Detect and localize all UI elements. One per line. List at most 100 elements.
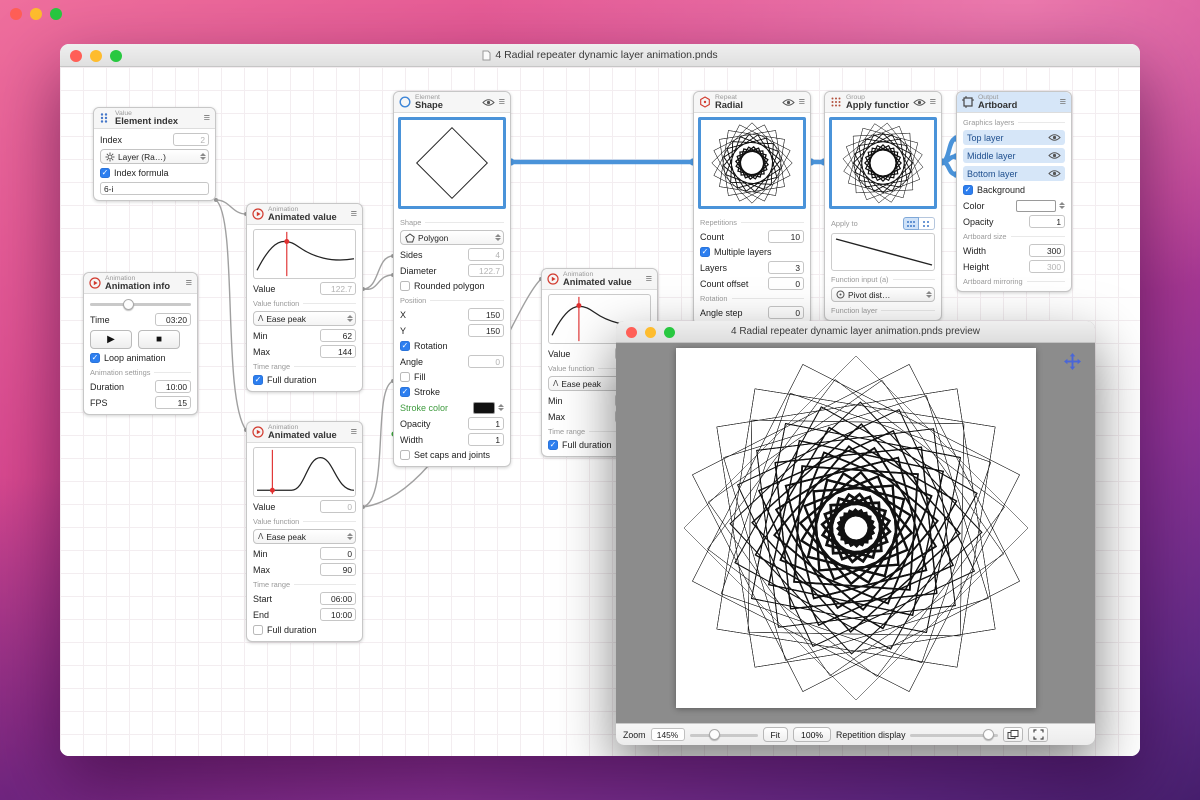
close-icon[interactable] bbox=[10, 8, 22, 20]
repetition-slider[interactable] bbox=[910, 729, 998, 741]
background-checkbox[interactable]: ✓Background bbox=[963, 184, 1065, 196]
max-field[interactable]: 90 bbox=[320, 563, 356, 576]
visibility-eye-icon[interactable] bbox=[1048, 169, 1061, 178]
function-input-dropdown[interactable]: Pivot dist… bbox=[831, 287, 935, 302]
checkbox-checked-icon[interactable]: ✓ bbox=[253, 375, 263, 385]
checkbox-checked-icon[interactable]: ✓ bbox=[400, 387, 410, 397]
node-header[interactable]: ElementShape ≡ bbox=[394, 92, 510, 113]
visibility-eye-icon[interactable] bbox=[1048, 133, 1061, 142]
min-field[interactable]: 0 bbox=[320, 547, 356, 560]
node-shape[interactable]: ElementShape ≡ Shape Polygon Sides4 Diam… bbox=[393, 91, 511, 467]
checkbox-checked-icon[interactable]: ✓ bbox=[400, 341, 410, 351]
count-offset-field[interactable]: 0 bbox=[768, 277, 804, 290]
node-animation-info[interactable]: AnimationAnimation info ≡ Time03:20 ▶ ■ … bbox=[83, 272, 198, 415]
checkbox-unchecked-icon[interactable] bbox=[253, 625, 263, 635]
node-radial[interactable]: RepeatRadial ≡ Repetitions Count10 ✓Mult… bbox=[693, 91, 811, 325]
preview-titlebar[interactable]: 4 Radial repeater dynamic layer animatio… bbox=[616, 321, 1095, 343]
angle-step-field[interactable]: 0 bbox=[768, 306, 804, 319]
window-titlebar[interactable]: 4 Radial repeater dynamic layer animatio… bbox=[60, 44, 1140, 67]
max-field[interactable]: 144 bbox=[320, 345, 356, 358]
time-field[interactable]: 03:20 bbox=[155, 313, 191, 326]
checkbox-checked-icon[interactable]: ✓ bbox=[700, 247, 710, 257]
node-header[interactable]: ValueElement index ≡ bbox=[94, 108, 215, 129]
checkbox-unchecked-icon[interactable] bbox=[400, 450, 410, 460]
loop-animation-checkbox[interactable]: ✓Loop animation bbox=[90, 352, 191, 364]
zoom-slider[interactable] bbox=[690, 729, 758, 741]
checkbox-unchecked-icon[interactable] bbox=[400, 372, 410, 382]
node-header[interactable]: GroupApply function ≡ bbox=[825, 92, 941, 113]
apply-mode-grid-button[interactable] bbox=[903, 217, 919, 230]
minimize-icon[interactable] bbox=[645, 327, 656, 338]
stroke-color-swatch[interactable] bbox=[473, 402, 495, 414]
traffic-lights[interactable] bbox=[626, 327, 675, 338]
zoom-window-icon[interactable] bbox=[664, 327, 675, 338]
value-function-dropdown[interactable]: Λ Ease peak bbox=[253, 529, 356, 544]
node-menu-icon[interactable]: ≡ bbox=[930, 97, 936, 108]
rotation-checkbox[interactable]: ✓Rotation bbox=[400, 340, 504, 352]
count-field[interactable]: 10 bbox=[768, 230, 804, 243]
node-header[interactable]: AnimationAnimated value ≡ bbox=[247, 204, 362, 225]
value-function-dropdown[interactable]: Λ Ease peak bbox=[253, 311, 356, 326]
artboard-height-field[interactable]: 300 bbox=[1029, 260, 1065, 273]
node-menu-icon[interactable]: ≡ bbox=[1060, 97, 1066, 108]
full-duration-checkbox[interactable]: Full duration bbox=[253, 624, 356, 636]
visibility-eye-icon[interactable] bbox=[1048, 151, 1061, 160]
time-slider[interactable] bbox=[90, 298, 191, 310]
node-header[interactable]: AnimationAnimation info ≡ bbox=[84, 273, 197, 294]
value-field[interactable]: 122.7 bbox=[320, 282, 356, 295]
layer-dropdown[interactable]: Layer (Ra…) bbox=[100, 149, 209, 164]
node-menu-icon[interactable]: ≡ bbox=[204, 113, 210, 124]
node-canvas[interactable]: ValueElement index ≡ Index2 Layer (Ra…) … bbox=[60, 67, 1140, 756]
node-menu-icon[interactable]: ≡ bbox=[646, 274, 652, 285]
angle-field[interactable]: 0 bbox=[468, 355, 504, 368]
opacity-field[interactable]: 1 bbox=[1029, 215, 1065, 228]
node-menu-icon[interactable]: ≡ bbox=[351, 209, 357, 220]
duration-field[interactable]: 10:00 bbox=[155, 380, 191, 393]
checkbox-unchecked-icon[interactable] bbox=[400, 281, 410, 291]
pan-tool-icon[interactable] bbox=[1064, 353, 1081, 375]
node-element-index[interactable]: ValueElement index ≡ Index2 Layer (Ra…) … bbox=[93, 107, 216, 201]
background-color-swatch[interactable] bbox=[1016, 200, 1056, 212]
node-animated-value-1[interactable]: AnimationAnimated value ≡ Value122.7 Val… bbox=[246, 203, 363, 392]
node-header[interactable]: OutputArtboard ≡ bbox=[957, 92, 1071, 113]
checkbox-checked-icon[interactable]: ✓ bbox=[548, 440, 558, 450]
zoom-window-icon[interactable] bbox=[50, 8, 62, 20]
artboard-width-field[interactable]: 300 bbox=[1029, 244, 1065, 257]
node-menu-icon[interactable]: ≡ bbox=[186, 278, 192, 289]
rounded-polygon-checkbox[interactable]: Rounded polygon bbox=[400, 280, 504, 292]
fullscreen-button[interactable] bbox=[1028, 727, 1048, 742]
visibility-eye-icon[interactable] bbox=[913, 98, 926, 107]
minimize-icon[interactable] bbox=[90, 50, 102, 62]
visibility-eye-icon[interactable] bbox=[782, 98, 795, 107]
node-apply-function[interactable]: GroupApply function ≡ Apply to bbox=[824, 91, 942, 321]
stroke-checkbox[interactable]: ✓Stroke bbox=[400, 386, 504, 398]
opacity-field[interactable]: 1 bbox=[468, 417, 504, 430]
close-icon[interactable] bbox=[70, 50, 82, 62]
stroke-width-field[interactable]: 1 bbox=[468, 433, 504, 446]
multiple-layers-checkbox[interactable]: ✓Multiple layers bbox=[700, 246, 804, 258]
layer-row-middle[interactable]: Middle layer bbox=[963, 148, 1065, 163]
checkbox-checked-icon[interactable]: ✓ bbox=[963, 185, 973, 195]
node-header[interactable]: AnimationAnimated value ≡ bbox=[542, 269, 657, 290]
preview-content[interactable] bbox=[616, 343, 1095, 723]
diameter-field[interactable]: 122.7 bbox=[468, 264, 504, 277]
fill-checkbox[interactable]: Fill bbox=[400, 371, 504, 383]
traffic-lights[interactable] bbox=[70, 50, 122, 62]
play-button[interactable]: ▶ bbox=[90, 330, 132, 349]
caps-joints-checkbox[interactable]: Set caps and joints bbox=[400, 449, 504, 461]
hundred-percent-button[interactable]: 100% bbox=[793, 727, 831, 742]
layer-row-bottom[interactable]: Bottom layer bbox=[963, 166, 1065, 181]
node-animated-value-2[interactable]: AnimationAnimated value ≡ Value0 Value f… bbox=[246, 421, 363, 642]
node-header[interactable]: AnimationAnimated value ≡ bbox=[247, 422, 362, 443]
stop-button[interactable]: ■ bbox=[138, 330, 180, 349]
minimize-icon[interactable] bbox=[30, 8, 42, 20]
background-window-traffic-lights[interactable] bbox=[10, 8, 62, 20]
checkbox-checked-icon[interactable]: ✓ bbox=[90, 353, 100, 363]
node-menu-icon[interactable]: ≡ bbox=[351, 427, 357, 438]
node-header[interactable]: RepeatRadial ≡ bbox=[694, 92, 810, 113]
preview-window[interactable]: 4 Radial repeater dynamic layer animatio… bbox=[616, 321, 1095, 745]
fit-button[interactable]: Fit bbox=[763, 727, 789, 742]
layer-row-top[interactable]: Top layer bbox=[963, 130, 1065, 145]
display-mode-button[interactable] bbox=[1003, 727, 1023, 742]
zoom-field[interactable]: 145% bbox=[651, 728, 685, 741]
